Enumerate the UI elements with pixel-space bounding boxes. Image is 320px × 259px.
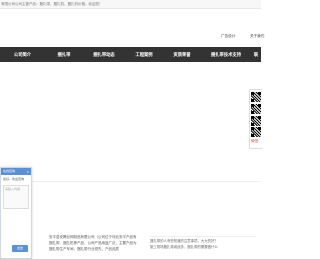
nav-item-tech-support[interactable]: 捆扎带技术支持 (201, 52, 251, 58)
banner-area (0, 62, 261, 181)
nav-item-cases[interactable]: 工程案例 (125, 52, 163, 58)
nav-item-honors[interactable]: 资质荣誉 (163, 52, 201, 58)
header-link-ad-design[interactable]: 广告设计 (221, 34, 235, 39)
qr-panel: 微信 (249, 89, 262, 149)
qr-code-icon (251, 116, 261, 126)
close-icon[interactable]: × (27, 168, 29, 175)
chat-dialog-title: 在线咨询 (3, 169, 16, 173)
news-list: 捆扎带的人有些知道的注意事项，大大的好？ 施工现场捆扎带用途多，捆扎带的需要做什… (150, 238, 256, 250)
section-divider (0, 181, 261, 182)
send-button[interactable]: 发送 (12, 245, 28, 252)
chat-dialog-text: 您好，欢迎咨询 (3, 177, 25, 181)
nav-item-company-profile[interactable]: 公司简介 (0, 52, 45, 58)
header-links: 广告设计 关于我们 (0, 34, 264, 40)
qr-label: 微信 (251, 139, 259, 143)
news-item[interactable]: 施工现场捆扎带用途多，捆扎带的需要做什么 (150, 244, 256, 250)
qr-code-icon (251, 104, 261, 114)
news-divider (150, 236, 256, 237)
main-nav: 公司简介 捆扎带 捆扎带动态 工程案例 资质荣誉 捆扎带技术支持 联 (0, 47, 261, 62)
company-intro: 安平县安腾丝网制品有限公司（公司位于河北安平产品有捆扎带、捆扎机等产品，公司产品… (49, 235, 137, 251)
qr-code-icon (251, 92, 261, 102)
chat-dialog-header: 在线咨询 × (1, 168, 31, 175)
qr-code-icon (251, 127, 261, 137)
header-link-about[interactable]: 关于我们 (250, 34, 264, 39)
nav-item-products[interactable]: 捆扎带 (45, 52, 83, 58)
top-bar: 有限公司公司主营产品：捆扎带、捆扎机、捆扎机价格，欢迎您！ (0, 0, 261, 9)
top-bar-text: 有限公司公司主营产品：捆扎带、捆扎机、捆扎机价格，欢迎您！ (1, 2, 103, 6)
chat-message-input[interactable]: 请输入内容 (3, 185, 29, 209)
chat-dialog: 在线咨询 × 您好，欢迎咨询 请输入内容 发送 (0, 167, 32, 259)
nav-item-contact[interactable]: 联 (251, 52, 261, 58)
nav-item-news[interactable]: 捆扎带动态 (83, 52, 125, 58)
